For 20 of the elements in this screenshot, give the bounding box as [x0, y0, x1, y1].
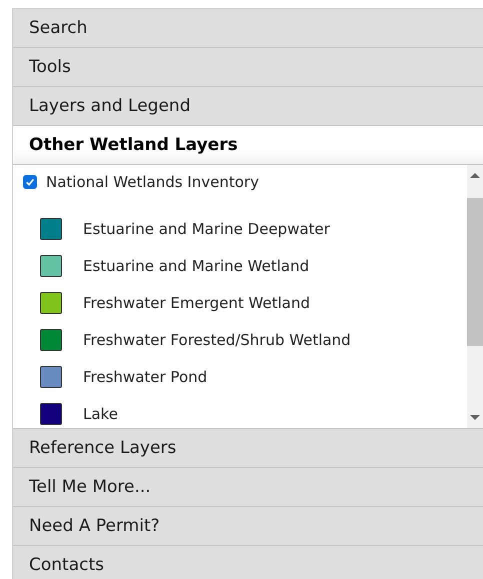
section-header[interactable]: Contacts — [13, 546, 483, 579]
section-header[interactable]: Tell Me More... — [13, 468, 483, 507]
legend-label: Estuarine and Marine Wetland — [83, 256, 310, 274]
scrollbar-thumb[interactable] — [467, 198, 483, 346]
legend-label: Freshwater Emergent Wetland — [83, 294, 310, 312]
legend-label: Freshwater Pond — [83, 368, 208, 386]
section-header[interactable]: Search — [13, 9, 483, 48]
section-header[interactable]: Reference Layers — [13, 429, 483, 468]
section-header[interactable]: Need A Permit? — [13, 507, 483, 546]
legend-label: Estuarine and Marine Deepwater — [83, 220, 330, 238]
checkmark-icon — [24, 176, 36, 188]
layer-label: National Wetlands Inventory — [46, 173, 259, 191]
scroll-up-icon[interactable] — [470, 173, 480, 178]
legend-label: Lake — [83, 404, 118, 422]
section-header[interactable]: Layers and Legend — [13, 87, 483, 126]
layer-checkbox[interactable] — [23, 175, 37, 189]
scrollbar[interactable] — [467, 165, 483, 428]
section-header[interactable]: Tools — [13, 48, 483, 87]
scroll-down-icon[interactable] — [470, 415, 480, 420]
legend-label: Freshwater Forested/Shrub Wetland — [83, 330, 351, 348]
